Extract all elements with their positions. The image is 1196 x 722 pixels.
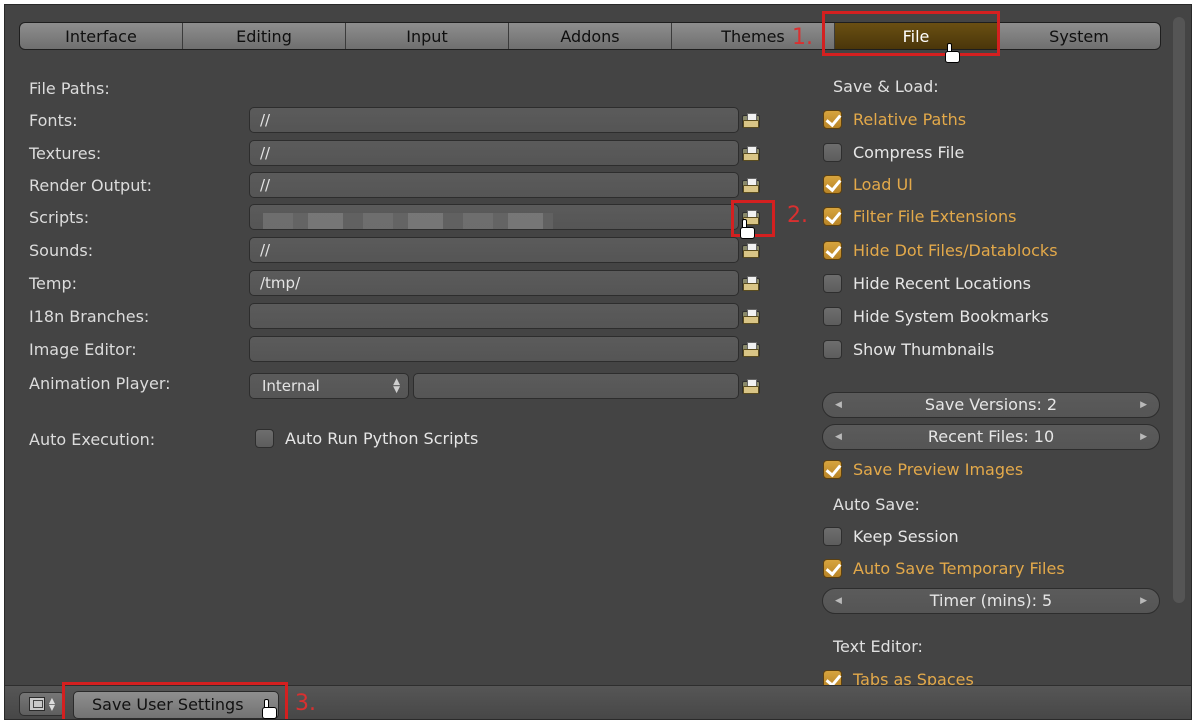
render-output-browse-button[interactable] xyxy=(736,172,766,198)
i18n-branches-browse-button[interactable] xyxy=(736,303,766,329)
tab-editing[interactable]: Editing xyxy=(183,23,346,49)
timer-field[interactable]: ◀ Timer (mins): 5 ▶ xyxy=(822,588,1160,614)
auto-run-python-checkbox[interactable] xyxy=(255,429,274,448)
hide-recent-locations-label: Hide Recent Locations xyxy=(853,274,1031,293)
increment-arrow-icon[interactable]: ▶ xyxy=(1140,425,1147,449)
animation-player-label: Animation Player: xyxy=(29,374,171,393)
auto-save-heading: Auto Save: xyxy=(833,495,920,514)
fonts-browse-button[interactable] xyxy=(736,107,766,133)
textures-label: Textures: xyxy=(29,144,102,163)
tab-interface[interactable]: Interface xyxy=(20,23,183,49)
image-editor-browse-button[interactable] xyxy=(736,336,766,362)
save-preview-images-checkbox[interactable] xyxy=(823,460,842,479)
scrollbar[interactable] xyxy=(1173,17,1185,603)
folder-icon xyxy=(742,308,760,324)
folder-icon xyxy=(742,275,760,291)
save-preview-images-label: Save Preview Images xyxy=(853,460,1024,479)
sounds-path-field[interactable]: // xyxy=(249,237,739,263)
image-editor-label: Image Editor: xyxy=(29,340,137,359)
temp-label: Temp: xyxy=(29,274,78,293)
decrement-arrow-icon[interactable]: ◀ xyxy=(835,393,842,417)
increment-arrow-icon[interactable]: ▶ xyxy=(1140,393,1147,417)
image-editor-path-field[interactable] xyxy=(249,336,739,362)
hand-cursor-icon xyxy=(738,219,756,241)
folder-icon xyxy=(742,145,760,161)
increment-arrow-icon[interactable]: ▶ xyxy=(1140,589,1147,613)
load-ui-checkbox[interactable] xyxy=(823,175,842,194)
file-paths-heading: File Paths: xyxy=(29,79,110,98)
scripts-label: Scripts: xyxy=(29,208,90,227)
auto-execution-label: Auto Execution: xyxy=(29,430,156,449)
filter-file-extensions-checkbox[interactable] xyxy=(823,207,842,226)
auto-save-temp-files-label: Auto Save Temporary Files xyxy=(853,559,1065,578)
hide-dot-files-label: Hide Dot Files/Datablocks xyxy=(853,241,1058,260)
relative-paths-checkbox[interactable] xyxy=(823,110,842,129)
folder-icon xyxy=(742,341,760,357)
recent-files-field[interactable]: ◀ Recent Files: 10 ▶ xyxy=(822,424,1160,450)
save-versions-value: Save Versions: 2 xyxy=(924,395,1058,414)
decrement-arrow-icon[interactable]: ◀ xyxy=(835,589,842,613)
annotation-box-save-settings xyxy=(62,682,288,719)
text-editor-heading: Text Editor: xyxy=(833,637,923,656)
i18n-branches-path-field[interactable] xyxy=(249,303,739,329)
animation-player-selected: Internal xyxy=(262,377,320,395)
folder-icon xyxy=(742,112,760,128)
annotation-box-file-tab xyxy=(822,11,1000,56)
preferences-window: Interface Editing Input Addons Themes Fi… xyxy=(4,4,1192,720)
sounds-label: Sounds: xyxy=(29,241,94,260)
temp-path-field[interactable]: /tmp/ xyxy=(249,270,739,296)
up-down-arrows-icon: ▲ ▼ xyxy=(48,696,56,712)
recent-files-value: Recent Files: 10 xyxy=(927,427,1055,446)
save-versions-field[interactable]: ◀ Save Versions: 2 ▶ xyxy=(822,392,1160,418)
hide-system-bookmarks-checkbox[interactable] xyxy=(823,307,842,326)
blurred-path xyxy=(263,213,553,229)
folder-icon xyxy=(742,177,760,193)
textures-browse-button[interactable] xyxy=(736,140,766,166)
hand-cursor-icon xyxy=(943,43,961,65)
compress-file-checkbox[interactable] xyxy=(823,143,842,162)
annotation-step-2: 2. xyxy=(787,203,808,228)
animation-player-browse-button[interactable] xyxy=(736,373,766,399)
render-output-path-field[interactable]: // xyxy=(249,172,739,198)
hand-cursor-icon xyxy=(260,699,278,719)
fonts-path-field[interactable]: // xyxy=(249,107,739,133)
hide-recent-locations-checkbox[interactable] xyxy=(823,274,842,293)
keep-session-checkbox[interactable] xyxy=(823,527,842,546)
compress-file-label: Compress File xyxy=(853,143,965,162)
up-down-arrows-icon: ▲ ▼ xyxy=(393,377,400,395)
fonts-label: Fonts: xyxy=(29,111,78,130)
hide-system-bookmarks-label: Hide System Bookmarks xyxy=(853,307,1049,326)
animation-player-path-field[interactable] xyxy=(413,373,739,399)
preferences-icon xyxy=(28,697,45,711)
save-load-heading: Save & Load: xyxy=(833,77,939,96)
relative-paths-label: Relative Paths xyxy=(853,110,967,129)
editor-type-button[interactable]: ▲ ▼ xyxy=(19,692,65,716)
load-ui-label: Load UI xyxy=(853,175,913,194)
auto-save-temp-files-checkbox[interactable] xyxy=(823,559,842,578)
animation-player-select[interactable]: Internal ▲ ▼ xyxy=(249,373,409,399)
auto-run-python-label: Auto Run Python Scripts xyxy=(285,429,479,448)
hide-dot-files-checkbox[interactable] xyxy=(823,241,842,260)
tab-addons[interactable]: Addons xyxy=(509,23,672,49)
i18n-branches-label: I18n Branches: xyxy=(29,307,150,326)
annotation-step-3: 3. xyxy=(295,691,316,716)
textures-path-field[interactable]: // xyxy=(249,140,739,166)
folder-icon xyxy=(742,242,760,258)
render-output-label: Render Output: xyxy=(29,176,153,195)
tab-system[interactable]: System xyxy=(998,23,1160,49)
temp-browse-button[interactable] xyxy=(736,270,766,296)
decrement-arrow-icon[interactable]: ◀ xyxy=(835,425,842,449)
show-thumbnails-checkbox[interactable] xyxy=(823,340,842,359)
timer-value: Timer (mins): 5 xyxy=(929,591,1053,610)
keep-session-label: Keep Session xyxy=(853,527,959,546)
show-thumbnails-label: Show Thumbnails xyxy=(853,340,995,359)
folder-icon xyxy=(742,378,760,394)
filter-file-extensions-label: Filter File Extensions xyxy=(853,207,1017,226)
annotation-step-1: 1. xyxy=(792,25,813,50)
tab-input[interactable]: Input xyxy=(346,23,509,49)
